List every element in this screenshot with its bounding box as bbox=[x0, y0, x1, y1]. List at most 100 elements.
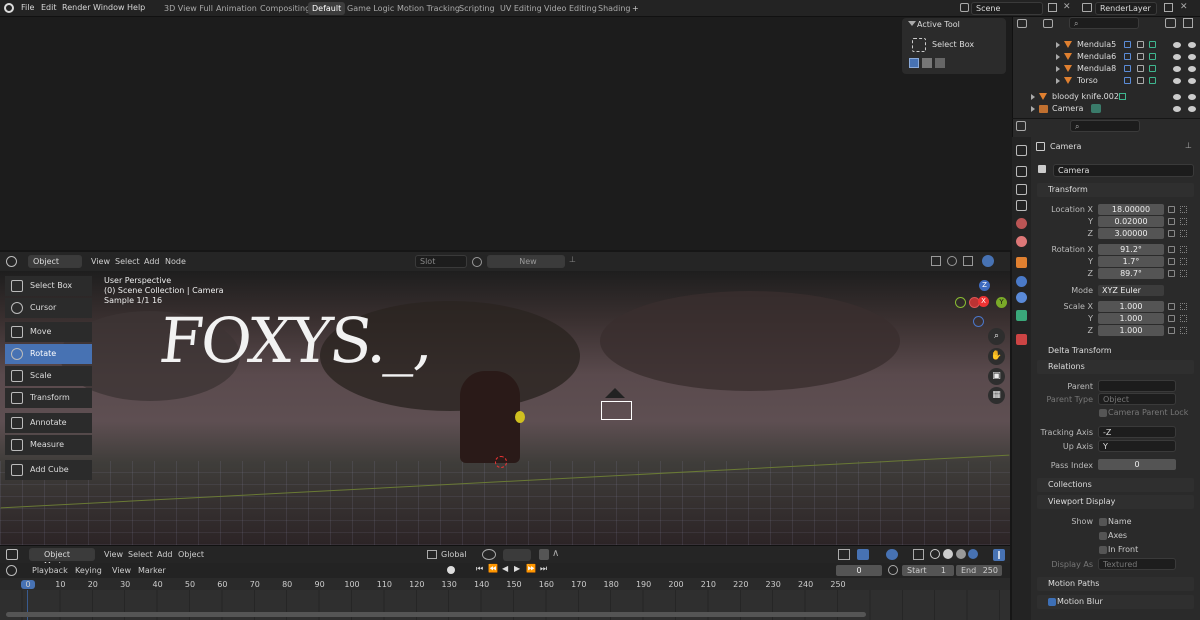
new-view-layer-icon[interactable] bbox=[1164, 3, 1173, 12]
node-editor-canvas[interactable] bbox=[0, 17, 1012, 250]
timeline-scrollbar[interactable] bbox=[6, 612, 866, 617]
menu-marker[interactable]: Marker bbox=[138, 566, 166, 575]
play-reverse-icon[interactable]: ◀ bbox=[502, 564, 508, 573]
render-camera-icon[interactable] bbox=[1188, 78, 1196, 84]
pivot-point-icon[interactable] bbox=[482, 549, 496, 560]
keyframe-dot-icon[interactable] bbox=[1180, 258, 1187, 265]
rotation-y-field[interactable]: 1.7° bbox=[1098, 256, 1164, 267]
menu-select[interactable]: Select bbox=[115, 257, 140, 266]
shader-type-select[interactable]: Object bbox=[28, 255, 82, 268]
keyframe-dot-icon[interactable] bbox=[1180, 218, 1187, 225]
gizmo-toggle-icon[interactable] bbox=[857, 549, 869, 560]
scale-x-field[interactable]: 1.000 bbox=[1098, 301, 1164, 312]
tool-cursor[interactable]: Cursor bbox=[5, 298, 92, 318]
lock-icon[interactable] bbox=[1168, 206, 1175, 213]
snap-icon[interactable] bbox=[947, 256, 957, 266]
location-y-field[interactable]: 0.02000 bbox=[1098, 216, 1164, 227]
gizmo-neg-y-axis[interactable] bbox=[955, 297, 966, 308]
tab-3d-view-full[interactable]: 3D View Full bbox=[160, 2, 217, 15]
current-frame-indicator[interactable]: 0 bbox=[21, 580, 35, 589]
render-camera-icon[interactable] bbox=[1188, 54, 1196, 60]
expand-arrow-icon[interactable] bbox=[1056, 42, 1060, 48]
pass-index-field[interactable]: 0 bbox=[1098, 459, 1176, 470]
gizmo-z-axis[interactable]: Z bbox=[979, 280, 990, 291]
gizmo-y-axis[interactable]: Y bbox=[996, 297, 1007, 308]
add-workspace-button[interactable]: + bbox=[628, 2, 643, 15]
camera-object[interactable] bbox=[601, 401, 632, 420]
overlays-toggle-icon[interactable] bbox=[886, 549, 898, 560]
tab-uv-editing[interactable]: UV Editing bbox=[496, 2, 546, 15]
slot-select[interactable]: Slot bbox=[415, 255, 467, 268]
parent-node-icon[interactable] bbox=[931, 256, 941, 266]
menu-node[interactable]: Node bbox=[165, 257, 186, 266]
end-frame-field[interactable]: End 250 bbox=[956, 565, 1002, 576]
filter-icon[interactable] bbox=[1165, 18, 1176, 28]
expand-arrow-icon[interactable] bbox=[1056, 66, 1060, 72]
outliner-row[interactable]: bloody knife.002 bbox=[1013, 91, 1200, 103]
motion-blur-checkbox[interactable] bbox=[1048, 598, 1056, 606]
zoom-icon[interactable]: ⌕ bbox=[988, 328, 1005, 345]
viewport-display-section-header[interactable]: Viewport Display bbox=[1037, 495, 1194, 509]
in-front-checkbox[interactable] bbox=[1099, 546, 1107, 554]
camera-view-icon[interactable]: ▣ bbox=[988, 368, 1005, 385]
wireframe-shading-icon[interactable] bbox=[930, 549, 940, 559]
editor-type-icon[interactable] bbox=[1017, 19, 1027, 28]
play-icon[interactable]: ▶ bbox=[514, 564, 520, 573]
gizmo-neg-z-axis[interactable] bbox=[973, 316, 984, 327]
snap-element-icon[interactable] bbox=[963, 256, 973, 266]
tool-select-box[interactable]: Select Box bbox=[5, 276, 92, 296]
pause-render-icon[interactable]: ‖ bbox=[993, 549, 1005, 561]
object-name-field[interactable]: Camera bbox=[1053, 164, 1194, 177]
render-camera-icon[interactable] bbox=[1188, 94, 1196, 100]
visibility-eye-icon[interactable] bbox=[1173, 94, 1181, 100]
wrench-icon[interactable] bbox=[1124, 53, 1131, 60]
rendered-shading-icon[interactable] bbox=[968, 549, 978, 559]
render-tab-icon[interactable] bbox=[1016, 166, 1027, 177]
menu-playback[interactable]: Playback bbox=[32, 566, 68, 575]
remove-scene-icon[interactable]: ✕ bbox=[1063, 3, 1072, 12]
tool-rotate[interactable]: Rotate bbox=[5, 344, 92, 364]
view-layer-selector[interactable]: RenderLayer bbox=[1095, 2, 1157, 15]
timeline-track-area[interactable] bbox=[0, 590, 1010, 620]
visibility-icon[interactable] bbox=[838, 549, 850, 560]
parent-type-select[interactable]: Object bbox=[1098, 393, 1176, 405]
tab-video-editing[interactable]: Video Editing bbox=[540, 2, 601, 15]
rotation-z-field[interactable]: 89.7° bbox=[1098, 268, 1164, 279]
pan-hand-icon[interactable]: ✋ bbox=[988, 348, 1005, 365]
location-x-field[interactable]: 18.00000 bbox=[1098, 204, 1164, 215]
jump-keyframe-forward-icon[interactable]: ⏩ bbox=[526, 564, 536, 573]
tab-default[interactable]: Default bbox=[308, 2, 346, 15]
output-tab-icon[interactable] bbox=[1016, 184, 1027, 195]
jump-keyframe-back-icon[interactable]: ⏪ bbox=[488, 564, 498, 573]
mesh-data-icon[interactable] bbox=[1149, 77, 1156, 84]
display-as-select[interactable]: Textured bbox=[1098, 558, 1176, 570]
visibility-eye-icon[interactable] bbox=[1173, 106, 1181, 112]
render-camera-icon[interactable] bbox=[1188, 42, 1196, 48]
material-icon[interactable] bbox=[472, 257, 482, 267]
show-name-checkbox[interactable] bbox=[1099, 518, 1107, 526]
3d-cursor-icon[interactable] bbox=[495, 456, 507, 468]
parent-field[interactable] bbox=[1098, 380, 1176, 392]
timeline-ruler[interactable]: 0 10 20 30 40 50 60 70 80 90 100 110 120 130 140 150 160… bbox=[0, 578, 1010, 590]
outliner-row[interactable]: Torso bbox=[1013, 75, 1200, 87]
chevron-down-icon[interactable] bbox=[908, 21, 916, 26]
visibility-eye-icon[interactable] bbox=[1173, 66, 1181, 72]
remove-view-layer-icon[interactable]: ✕ bbox=[1180, 3, 1189, 12]
modifier-icon[interactable] bbox=[1137, 41, 1144, 48]
expand-arrow-icon[interactable] bbox=[1031, 106, 1035, 112]
material-shading-icon[interactable] bbox=[956, 549, 966, 559]
tab-compositing[interactable]: Compositing bbox=[256, 2, 314, 15]
menu-file[interactable]: File bbox=[21, 3, 34, 12]
menu-view[interactable]: View bbox=[104, 550, 123, 559]
wrench-icon[interactable] bbox=[1124, 41, 1131, 48]
preview-range-icon[interactable] bbox=[888, 565, 898, 575]
new-material-button[interactable]: New bbox=[487, 255, 565, 268]
rotation-x-field[interactable]: 91.2° bbox=[1098, 244, 1164, 255]
keyframe-dot-icon[interactable] bbox=[1180, 315, 1187, 322]
tab-motion-tracking[interactable]: Motion Tracking bbox=[393, 2, 464, 15]
expand-arrow-icon[interactable] bbox=[1031, 94, 1035, 100]
outliner-row[interactable]: Mendula8 bbox=[1013, 63, 1200, 75]
falloff-icon[interactable]: ∧ bbox=[552, 548, 559, 559]
mode-extend-icon[interactable] bbox=[922, 58, 932, 68]
keyframe-dot-icon[interactable] bbox=[1180, 206, 1187, 213]
